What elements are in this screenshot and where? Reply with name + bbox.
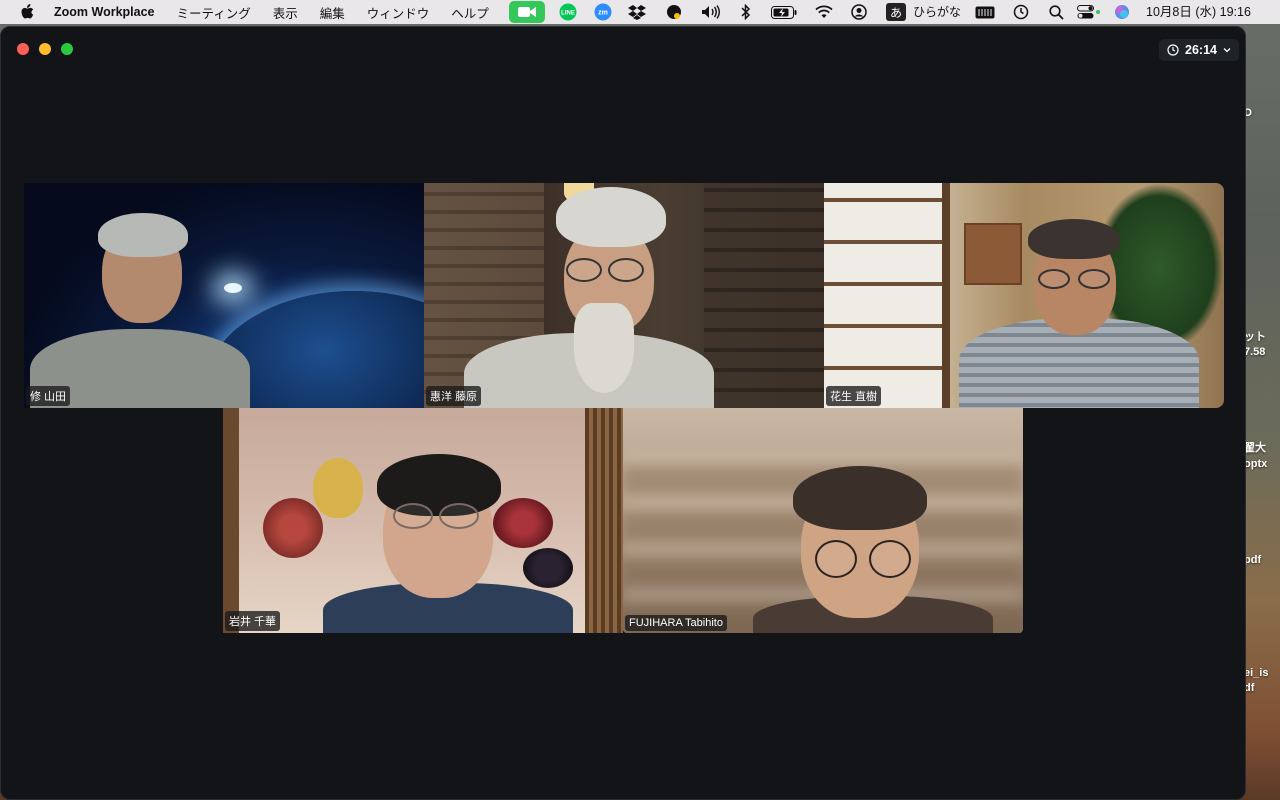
scripts-icon[interactable] xyxy=(664,0,684,24)
zoom-tray-icon[interactable]: zm xyxy=(593,0,613,24)
participant-video xyxy=(824,183,1224,408)
chevron-down-icon xyxy=(1223,48,1231,53)
zoom-tray-icon-text: zm xyxy=(598,10,608,17)
battery-icon[interactable] xyxy=(770,0,798,24)
participant-tile[interactable]: 花生 直樹 xyxy=(824,183,1224,408)
timer-icon xyxy=(1167,44,1179,56)
zoom-meeting-window: 26:14 修 山田 惠洋 藤原 花生 直樹 岩井 千華 FUJIHARA Ta… xyxy=(0,26,1246,800)
zoom-window-button[interactable] xyxy=(61,43,73,55)
control-center-icon[interactable] xyxy=(1076,0,1102,24)
desktop-file-label[interactable]: 7.58 xyxy=(1244,345,1280,359)
input-method-icon[interactable]: あ xyxy=(886,3,906,21)
participant-name: FUJIHARA Tabihito xyxy=(625,615,727,631)
meeting-timer[interactable]: 26:14 xyxy=(1159,39,1239,61)
desktop-file-label[interactable]: df xyxy=(1244,681,1280,695)
wifi-icon[interactable] xyxy=(814,0,834,24)
participant-tile-active-speaker[interactable]: FUJIHARA Tabihito xyxy=(623,408,1023,633)
menu-view[interactable]: 表示 xyxy=(273,3,298,22)
siri-icon[interactable] xyxy=(1113,0,1131,24)
menu-window[interactable]: ウィンドウ xyxy=(367,3,430,22)
participant-video xyxy=(24,183,424,408)
line-icon-text: LINE xyxy=(561,11,575,17)
desktop-file-label[interactable]: ei_is xyxy=(1244,666,1280,680)
participant-tile[interactable]: 惠洋 藤原 xyxy=(424,183,824,408)
dropbox-icon[interactable] xyxy=(627,0,647,24)
participant-video xyxy=(223,408,623,633)
participant-name: 修 山田 xyxy=(26,386,71,406)
participant-video xyxy=(623,408,1023,633)
keyboard-icon[interactable] xyxy=(974,0,996,24)
time-machine-icon[interactable] xyxy=(1012,0,1030,24)
line-icon[interactable]: LINE xyxy=(558,0,578,24)
participant-tile[interactable]: 岩井 千華 xyxy=(223,408,623,633)
desktop-file-label[interactable]: ット xyxy=(1244,330,1280,344)
participant-video xyxy=(424,183,824,408)
facetime-icon[interactable] xyxy=(509,1,545,23)
input-method-label[interactable]: ひらがな xyxy=(913,0,961,24)
app-name-menu[interactable]: Zoom Workplace xyxy=(54,5,154,19)
user-icon[interactable] xyxy=(850,0,868,24)
desktop-file-label[interactable]: 翟大 xyxy=(1244,441,1280,455)
minimize-window-button[interactable] xyxy=(39,43,51,55)
close-window-button[interactable] xyxy=(17,43,29,55)
timer-value: 26:14 xyxy=(1185,43,1217,57)
participant-name: 岩井 千華 xyxy=(225,611,281,631)
participant-name: 惠洋 藤原 xyxy=(426,386,482,406)
menu-edit[interactable]: 編集 xyxy=(320,3,345,22)
desktop-file-label[interactable]: D xyxy=(1244,106,1280,120)
menu-help[interactable]: ヘルプ xyxy=(451,3,489,22)
menu-bar: Zoom Workplace ミーティング 表示 編集 ウィンドウ ヘルプ LI… xyxy=(0,0,1280,24)
menu-meeting[interactable]: ミーティング xyxy=(176,3,250,22)
apple-menu-icon[interactable] xyxy=(20,4,36,20)
bluetooth-icon[interactable] xyxy=(738,0,754,24)
desktop-file-label[interactable]: optx xyxy=(1244,457,1280,471)
menu-bar-clock[interactable]: 10月8日 (水) 19:16 xyxy=(1146,0,1251,24)
desktop-file-label[interactable]: pdf xyxy=(1244,553,1280,567)
participant-name: 花生 直樹 xyxy=(826,386,882,406)
volume-icon[interactable] xyxy=(700,0,722,24)
participant-tile[interactable]: 修 山田 xyxy=(24,183,424,408)
search-icon[interactable] xyxy=(1047,0,1065,24)
